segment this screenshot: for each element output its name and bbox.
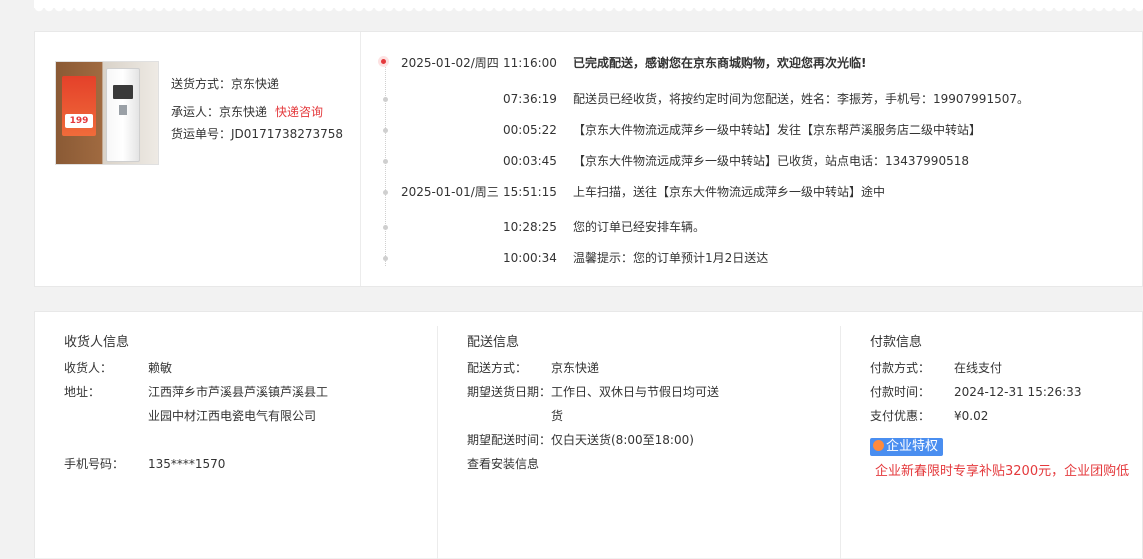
timeline-entry: 10:28:25 您的订单已经安排车辆。	[35, 218, 1110, 236]
timeline-time: 10:00:34	[503, 251, 557, 265]
expected-time-value: 仅白天送货(8:00至18:00)	[551, 433, 694, 447]
delivery-method-label: 配送方式：	[467, 361, 528, 375]
timeline-dot	[383, 190, 388, 195]
phone-label: 手机号码：	[64, 457, 125, 471]
timeline-entry: 2025-01-01/周三 15:51:15 上车扫描，送往【京东大件物流远成萍…	[35, 183, 1110, 201]
expected-time-label: 期望配送时间：	[467, 433, 552, 447]
timeline-text: 【京东大件物流远成萍乡一级中转站】已收货，站点电话：13437990518	[573, 154, 969, 168]
column-divider	[437, 326, 438, 559]
expected-date-value: 工作日、双休日与节假日均可送货	[551, 385, 720, 423]
receiver-name-label: 收货人：	[64, 361, 113, 375]
expected-date-label: 期望送货日期：	[467, 385, 552, 399]
timeline-time: 10:28:25	[503, 220, 557, 234]
enterprise-privilege-badge[interactable]: 企业特权	[870, 438, 944, 456]
receiver-name: 赖敏	[148, 361, 173, 375]
payment-method-label: 付款方式：	[870, 361, 931, 375]
shipping-method-value: 京东快递	[231, 77, 280, 91]
timeline-text: 温馨提示：您的订单预计1月2日送达	[573, 251, 769, 265]
view-install-info-link[interactable]: 查看安装信息	[467, 452, 539, 476]
payment-info-title: 付款信息	[870, 335, 923, 350]
timeline-text: 上车扫描，送往【京东大件物流远成萍乡一级中转站】途中	[573, 185, 886, 199]
payment-time-label: 付款时间：	[870, 385, 931, 399]
timeline-time: 07:36:19	[503, 92, 557, 106]
enterprise-promo-link[interactable]: 企业新春限时专享补贴3200元，企业团购低	[875, 460, 1129, 479]
timeline-entry: 10:00:34 温馨提示：您的订单预计1月2日送达	[35, 249, 1110, 267]
order-info-panel: 收货人信息 收货人： 赖敏 地址： 江西萍乡市芦溪县芦溪镇芦溪县工业园中材江西电…	[34, 311, 1143, 559]
delivery-info-title: 配送信息	[467, 335, 520, 350]
timeline-dot	[383, 159, 388, 164]
timeline-date: 2025-01-01/周三	[401, 185, 499, 199]
product-thumbnail[interactable]: 199	[55, 61, 159, 165]
timeline-dot-active	[381, 59, 386, 64]
enterprise-badge-icon	[873, 440, 884, 451]
timeline-text: 配送员已经收货，将按约定时间为您配送，姓名：李振芳，手机号：1990799150…	[573, 92, 1029, 106]
timeline-entry: 07:36:19 配送员已经收货，将按约定时间为您配送，姓名：李振芳，手机号：1…	[35, 90, 1110, 108]
enterprise-badge-text: 企业特权	[886, 439, 939, 454]
delivery-method-value: 京东快递	[551, 361, 600, 375]
receiver-info-title: 收货人信息	[64, 335, 130, 350]
payment-discount-value: ¥0.02	[954, 409, 989, 423]
timeline-time: 00:05:22	[503, 123, 557, 137]
timeline-dot	[383, 128, 388, 133]
shipping-method-label: 送货方式：	[171, 77, 232, 91]
timeline-text: 已完成配送，感谢您在京东商城购物，欢迎您再次光临!	[573, 56, 867, 70]
timeline-time: 00:03:45	[503, 154, 557, 168]
payment-method-value: 在线支付	[954, 361, 1003, 375]
timeline-text: 【京东大件物流远成萍乡一级中转站】发往【京东帮芦溪服务店二级中转站】	[573, 123, 982, 137]
timeline-dot	[383, 225, 388, 230]
timeline-entry: 00:03:45 【京东大件物流远成萍乡一级中转站】已收货，站点电话：13437…	[35, 152, 1110, 170]
top-decorative-strip	[34, 0, 1143, 13]
shipping-tracking-panel: 199 送货方式：京东快递 承运人：京东快递 快递咨询 货运单号：JD017173…	[34, 31, 1143, 287]
timeline-entry: 00:05:22 【京东大件物流远成萍乡一级中转站】发往【京东帮芦溪服务店二级中…	[35, 121, 1110, 139]
timeline-time: 15:51:15	[503, 185, 557, 199]
timeline-time: 11:16:00	[503, 56, 557, 70]
payment-discount-label: 支付优惠：	[870, 409, 931, 423]
column-divider	[840, 326, 841, 559]
water-dispenser-image	[106, 68, 140, 162]
address-value: 江西萍乡市芦溪县芦溪镇芦溪县工业园中材江西电瓷电气有限公司	[148, 385, 329, 423]
timeline-date: 2025-01-02/周四	[401, 56, 499, 70]
payment-time-value: 2024-12-31 15:26:33	[954, 385, 1082, 399]
timeline-text: 您的订单已经安排车辆。	[573, 220, 706, 234]
address-label: 地址：	[64, 385, 101, 399]
phone-value: 135****1570	[148, 457, 226, 471]
timeline-dot	[383, 256, 388, 261]
timeline-dot	[383, 97, 388, 102]
timeline-entry: 2025-01-02/周四 11:16:00 已完成配送，感谢您在京东商城购物，…	[35, 54, 1110, 72]
